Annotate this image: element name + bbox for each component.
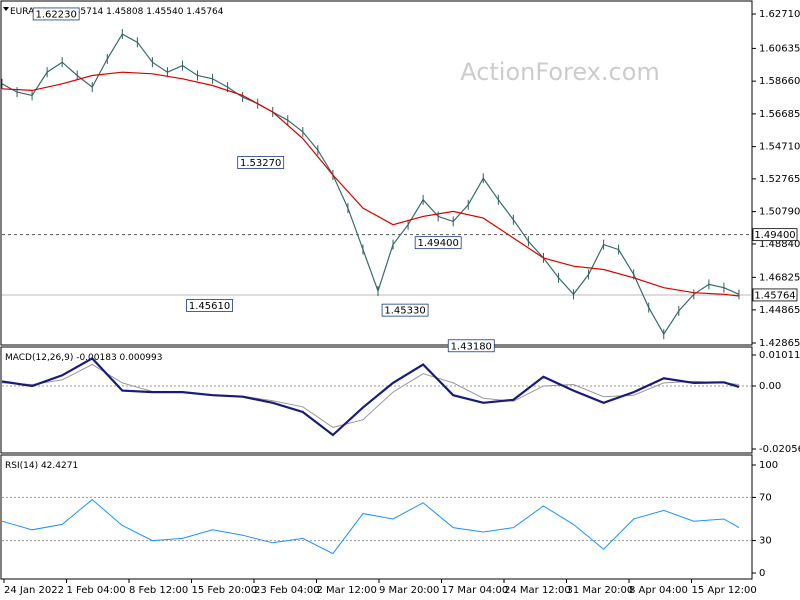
price-y-tick-label: 1.54710 xyxy=(759,142,800,153)
price-y-tick-label: 1.44865 xyxy=(759,305,800,316)
price-annotation-label: 1.49400 xyxy=(417,238,458,249)
macd-y-tick-label: -0.020561 xyxy=(759,444,800,455)
rsi-y-tick-label: 70 xyxy=(759,492,772,503)
x-tick-label: 9 Mar 20:00 xyxy=(379,585,439,596)
rsi-y-tick-label: 30 xyxy=(759,536,772,547)
macd-y-tick-label: 0.010113 xyxy=(759,350,800,361)
price-y-tick-label: 1.50790 xyxy=(759,207,800,218)
macd-y-tick-label: 0.00 xyxy=(759,381,781,392)
price-y-tick-label: 1.52765 xyxy=(759,174,800,185)
price-y-tick-label: 1.62710 xyxy=(759,9,800,20)
price-y-tick-label: 1.42865 xyxy=(759,338,800,349)
x-tick-label: 23 Feb 04:00 xyxy=(254,585,320,596)
price-level-tag: 1.49400 xyxy=(754,230,795,241)
price-y-tick-label: 1.58660 xyxy=(759,76,800,87)
x-tick-label: 24 Mar 12:00 xyxy=(504,585,571,596)
price-annotation-label: 1.43180 xyxy=(451,341,492,352)
rsi-y-tick-label: 100 xyxy=(759,460,778,471)
rsi-y-tick-label: 0 xyxy=(759,568,765,579)
x-tick-label: 1 Feb 04:00 xyxy=(67,585,126,596)
price-annotation-label: 1.53270 xyxy=(240,158,281,169)
x-tick-label: 15 Apr 12:00 xyxy=(692,585,757,596)
price-y-tick-label: 1.56685 xyxy=(759,109,800,120)
price-annotation-label: 1.62230 xyxy=(35,9,76,20)
x-tick-label: 2 Mar 12:00 xyxy=(317,585,377,596)
x-tick-label: 17 Mar 04:00 xyxy=(442,585,509,596)
x-tick-label: 31 Mar 20:00 xyxy=(567,585,634,596)
chart-background xyxy=(0,0,800,600)
price-annotation-label: 1.45610 xyxy=(189,301,230,312)
watermark: ActionForex.com xyxy=(460,58,660,86)
x-tick-label: 24 Jan 2022 xyxy=(4,585,64,596)
macd-panel-title: MACD(12,26,9) -0.00183 0.000993 xyxy=(5,353,162,363)
x-tick-label: 15 Feb 20:00 xyxy=(192,585,258,596)
price-y-tick-label: 1.60635 xyxy=(759,43,800,54)
price-y-tick-label: 1.46825 xyxy=(759,272,800,283)
price-level-tag: 1.45764 xyxy=(754,290,795,301)
price-annotation-label: 1.45330 xyxy=(384,306,425,317)
x-tick-label: 8 Feb 12:00 xyxy=(129,585,188,596)
rsi-panel-title: RSI(14) 42.4271 xyxy=(5,461,78,471)
x-tick-label: 8 Apr 04:00 xyxy=(629,585,688,596)
forex-chart: ActionForex.com EURAUD,H4 1.45714 1.4580… xyxy=(0,0,800,600)
